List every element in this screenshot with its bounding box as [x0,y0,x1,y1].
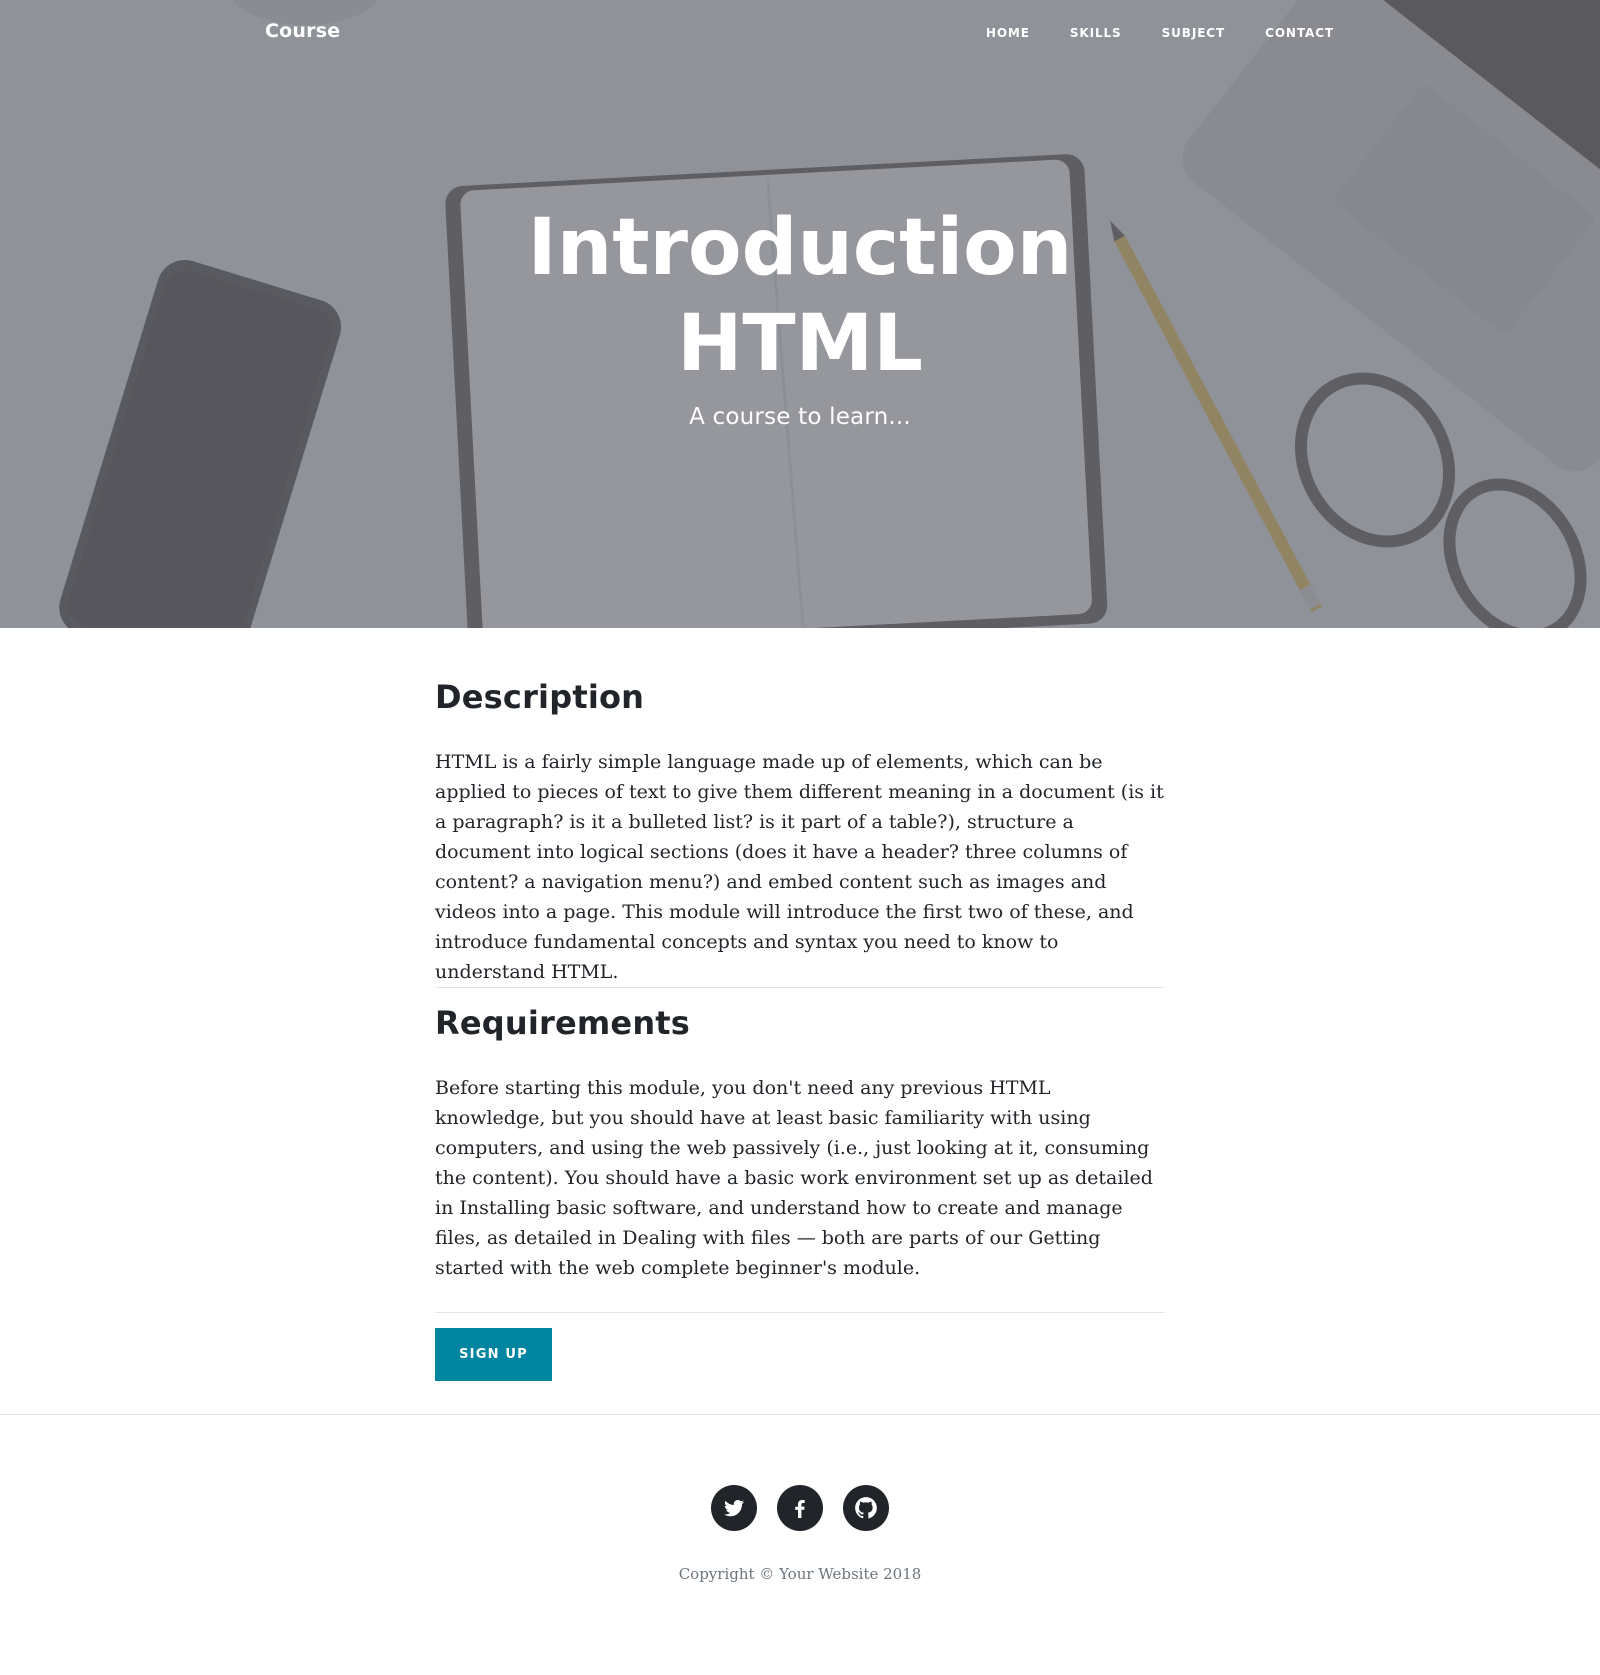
nav-link-home[interactable]: HOME [986,26,1030,40]
navbar: Course HOME SKILLS SUBJECT CONTACT [0,0,1600,68]
github-icon [855,1497,877,1519]
twitter-link[interactable] [711,1485,757,1531]
copyright-text: Copyright © Your Website 2018 [678,1565,922,1583]
hero-header: Course HOME SKILLS SUBJECT CONTACT Intro… [0,0,1600,628]
facebook-icon [795,1500,805,1518]
hero-title: Introduction HTML [527,203,1073,389]
facebook-link[interactable] [777,1485,823,1531]
brand-logo-link[interactable]: Course [265,20,340,42]
nav-link-contact[interactable]: CONTACT [1265,26,1334,40]
hero-subtitle: A course to learn... [689,404,911,430]
hero-heading: Introduction HTML A course to learn... [0,200,1600,430]
requirements-text: Before starting this module, you don't n… [435,1077,1153,1279]
section-divider [435,987,1165,988]
section-divider [435,1312,1165,1313]
nav-link-skills[interactable]: SKILLS [1070,26,1122,40]
social-links [0,1485,1600,1531]
nav-link-subject[interactable]: SUBJECT [1162,26,1226,40]
github-link[interactable] [843,1485,889,1531]
description-text: HTML is a fairly simple language made up… [435,751,1164,983]
footer-divider [0,1414,1600,1415]
nav-links: HOME SKILLS SUBJECT CONTACT [946,26,1334,40]
sign-up-button[interactable]: SIGN UP [435,1328,552,1381]
twitter-icon [724,1500,744,1517]
requirements-heading: Requirements [435,1004,691,1042]
description-heading: Description [435,678,645,716]
